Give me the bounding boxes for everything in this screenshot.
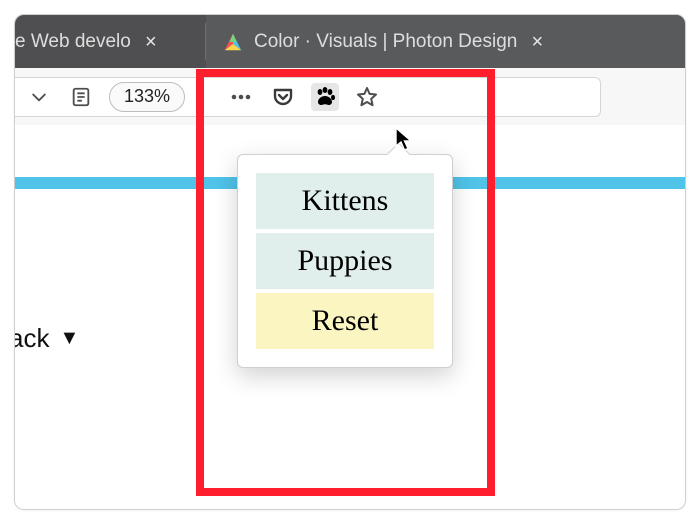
chevron-down-icon[interactable] bbox=[25, 83, 53, 111]
tab-strip: e Web develo × Color · Visuals | Photon … bbox=[15, 15, 685, 68]
overflow-icon[interactable] bbox=[227, 83, 255, 111]
close-icon[interactable]: × bbox=[141, 32, 161, 52]
reader-view-icon[interactable] bbox=[67, 83, 95, 111]
popup-item-kittens[interactable]: Kittens bbox=[256, 173, 434, 229]
extension-popup: Kittens Puppies Reset bbox=[237, 154, 453, 368]
toolbar: 133% bbox=[15, 68, 685, 125]
tab-inactive[interactable]: e Web develo × bbox=[15, 15, 205, 68]
page-partial-text: ack bbox=[14, 323, 49, 354]
url-bar[interactable]: 133% bbox=[14, 77, 601, 117]
photon-favicon-icon bbox=[222, 31, 244, 53]
pocket-icon[interactable] bbox=[269, 83, 297, 111]
caret-down-icon: ▼ bbox=[59, 327, 79, 350]
tab-title: Color · Visuals | Photon Design bbox=[254, 31, 517, 53]
popup-item-puppies[interactable]: Puppies bbox=[256, 233, 434, 289]
close-icon[interactable]: × bbox=[527, 32, 547, 52]
bookmark-star-icon[interactable] bbox=[353, 83, 381, 111]
popup-item-reset[interactable]: Reset bbox=[256, 293, 434, 349]
paw-extension-icon[interactable] bbox=[311, 83, 339, 111]
page-partial-dropdown[interactable]: ack ▼ bbox=[14, 323, 79, 354]
tab-title: e Web develo bbox=[15, 31, 131, 53]
tab-active[interactable]: Color · Visuals | Photon Design × bbox=[206, 15, 685, 68]
zoom-indicator[interactable]: 133% bbox=[109, 82, 185, 112]
